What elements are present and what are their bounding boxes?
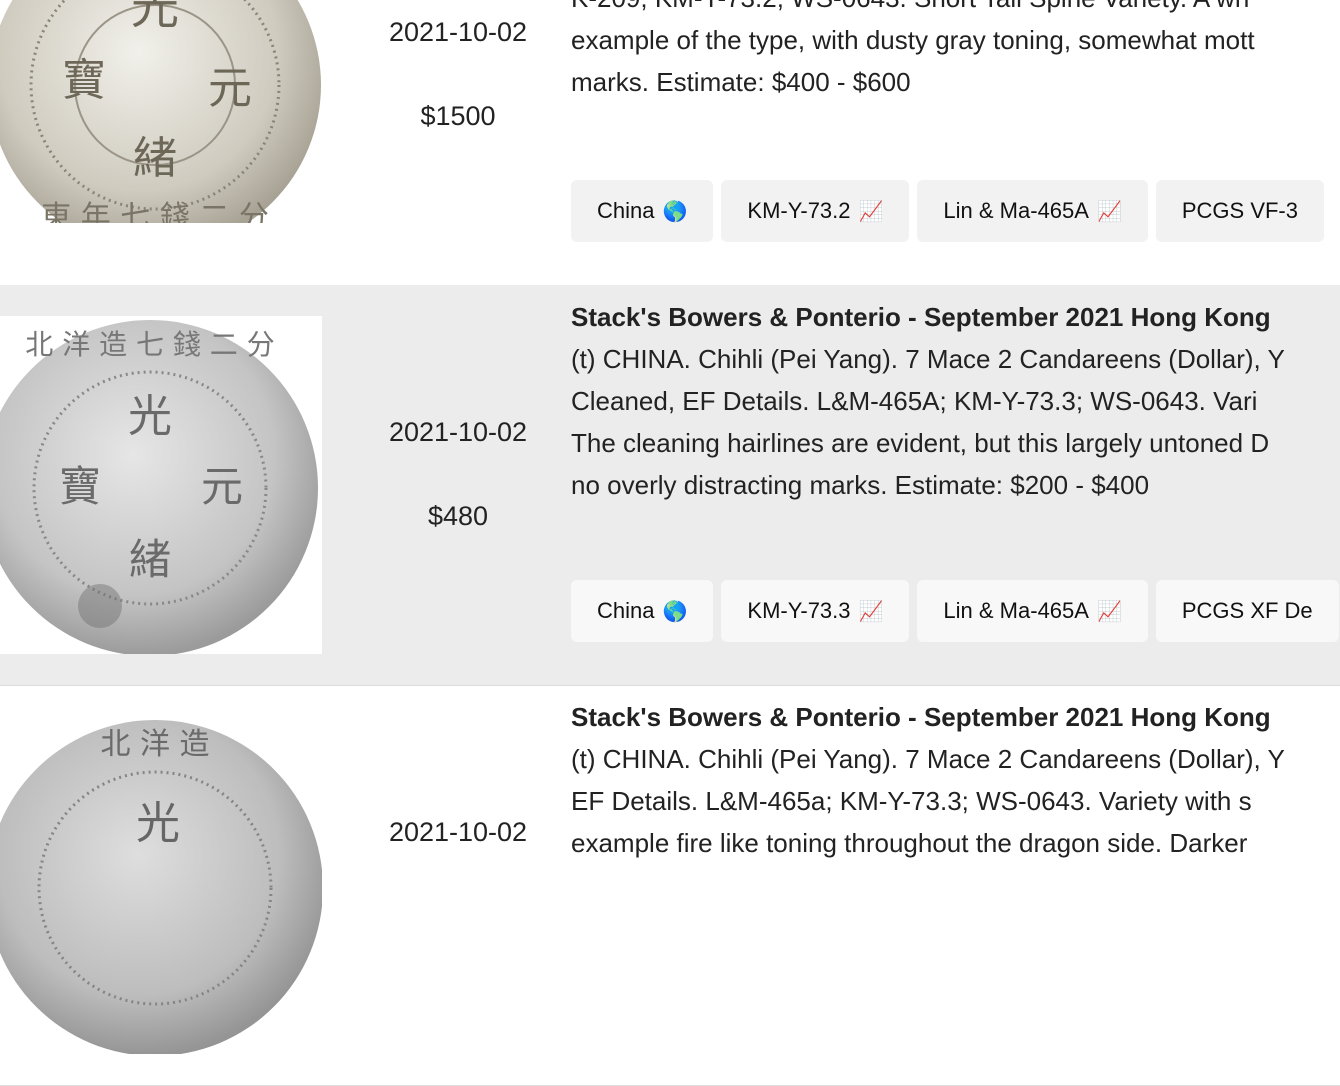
tag-label: China — [597, 598, 655, 623]
description-line: example of the type, with dusty gray ton… — [571, 25, 1255, 55]
tag-label: PCGS VF-3 — [1181, 198, 1298, 223]
tag-catalog-km[interactable]: KM-Y-73.2 📈 — [721, 180, 910, 242]
coin-char-top: 光 — [131, 0, 179, 35]
description-line: (t) CHINA. Chihli (Pei Yang). 7 Mace 2 C… — [571, 744, 1285, 774]
tag-list: China 🌎 KM-Y-73.3 📈 Lin & Ma-465A 📈 PCGS… — [571, 580, 1339, 642]
chart-up-icon: 📈 — [858, 600, 884, 623]
listing-row-1[interactable]: 光 元 緒 寶 東 年 七 錢 二 分 2021-10-02 $1500 K-2… — [0, 0, 1340, 286]
coin-image[interactable]: 光 元 緒 寶 東 年 七 錢 二 分 — [0, 0, 322, 223]
listing-description: (t) CHINA. Chihli (Pei Yang). 7 Mace 2 C… — [571, 738, 1340, 864]
listing-row-3[interactable]: 北 洋 造 光 2021-10-02 Stack's Bowers & Pont… — [0, 685, 1340, 1086]
coin-char-right: 元 — [201, 462, 243, 511]
tag-label: Lin & Ma-465A — [943, 598, 1089, 623]
coin-char-right: 元 — [208, 63, 252, 114]
coin-rim-legend: 北 洋 造 七 錢 二 分 — [25, 328, 274, 361]
listing-description: K-209; KM-Y-73.2; WS-0643. Short Tail Sp… — [571, 0, 1340, 103]
description-line: EF Details. L&M-465a; KM-Y-73.3; WS-0643… — [571, 786, 1252, 816]
tag-label: Lin & Ma-465A — [943, 198, 1089, 223]
listing-description: (t) CHINA. Chihli (Pei Yang). 7 Mace 2 C… — [571, 338, 1340, 506]
coin-photo: 光 元 緒 寶 北 洋 造 七 錢 二 分 — [0, 316, 322, 654]
tag-label: KM-Y-73.3 — [747, 598, 851, 623]
tag-country[interactable]: China 🌎 — [571, 580, 714, 642]
coin-photo: 光 元 緒 寶 東 年 七 錢 二 分 — [0, 0, 321, 223]
sale-date: 2021-10-02 — [388, 817, 528, 847]
tag-catalog-km[interactable]: KM-Y-73.3 📈 — [721, 580, 910, 642]
listing-title[interactable]: Stack's Bowers & Ponterio - September 20… — [571, 702, 1271, 733]
globe-icon: 🌎 — [662, 200, 688, 223]
tag-catalog-lm[interactable]: Lin & Ma-465A 📈 — [917, 180, 1148, 242]
tag-grade[interactable]: PCGS XF De — [1155, 580, 1339, 642]
tag-label: KM-Y-73.2 — [747, 198, 851, 223]
coin-char-left: 寶 — [59, 462, 101, 511]
description-line: no overly distracting marks. Estimate: $… — [571, 470, 1150, 500]
description-line: (t) CHINA. Chihli (Pei Yang). 7 Mace 2 C… — [571, 344, 1285, 374]
tag-country[interactable]: China 🌎 — [571, 180, 714, 242]
sale-date: 2021-10-02 — [388, 417, 528, 447]
coin-photo: 北 洋 造 光 — [0, 720, 322, 1054]
chart-up-icon: 📈 — [1096, 200, 1122, 223]
coin-char-bottom: 緒 — [129, 535, 171, 584]
tag-list: China 🌎 KM-Y-73.2 📈 Lin & Ma-465A 📈 PCGS… — [571, 180, 1324, 242]
chart-up-icon: 📈 — [1096, 600, 1122, 623]
coin-rim-legend: 北 洋 造 — [100, 727, 209, 762]
chart-up-icon: 📈 — [858, 200, 884, 223]
sale-price: $1500 — [420, 101, 496, 131]
coin-char-bottom: 緒 — [133, 133, 177, 184]
description-line: marks. Estimate: $400 - $600 — [571, 67, 911, 97]
tag-grade[interactable]: PCGS VF-3 — [1155, 180, 1324, 242]
listing-title[interactable]: Stack's Bowers & Ponterio - September 20… — [571, 302, 1271, 333]
listing-row-2[interactable]: 光 元 緒 寶 北 洋 造 七 錢 二 分 2021-10-02 $480 St… — [0, 285, 1340, 686]
sale-price: $480 — [427, 501, 489, 531]
globe-icon: 🌎 — [662, 600, 688, 623]
coin-rim-legend: 東 年 七 錢 二 分 — [41, 200, 269, 223]
tag-label: China — [597, 198, 655, 223]
description-line: The cleaning hairlines are evident, but … — [571, 428, 1270, 458]
coin-char-left: 寶 — [62, 55, 106, 106]
tag-catalog-lm[interactable]: Lin & Ma-465A 📈 — [917, 580, 1148, 642]
tag-label: PCGS XF De — [1181, 598, 1313, 623]
description-line: Cleaned, EF Details. L&M-465A; KM-Y-73.3… — [571, 386, 1258, 416]
coin-image[interactable]: 北 洋 造 光 — [0, 716, 322, 1054]
coin-char-top: 光 — [136, 798, 180, 849]
coin-char-top: 光 — [128, 391, 172, 442]
sale-date: 2021-10-02 — [388, 17, 528, 47]
description-line: K-209; KM-Y-73.2; WS-0643. Short Tail Sp… — [571, 0, 1340, 19]
coin-image[interactable]: 光 元 緒 寶 北 洋 造 七 錢 二 分 — [0, 316, 322, 654]
